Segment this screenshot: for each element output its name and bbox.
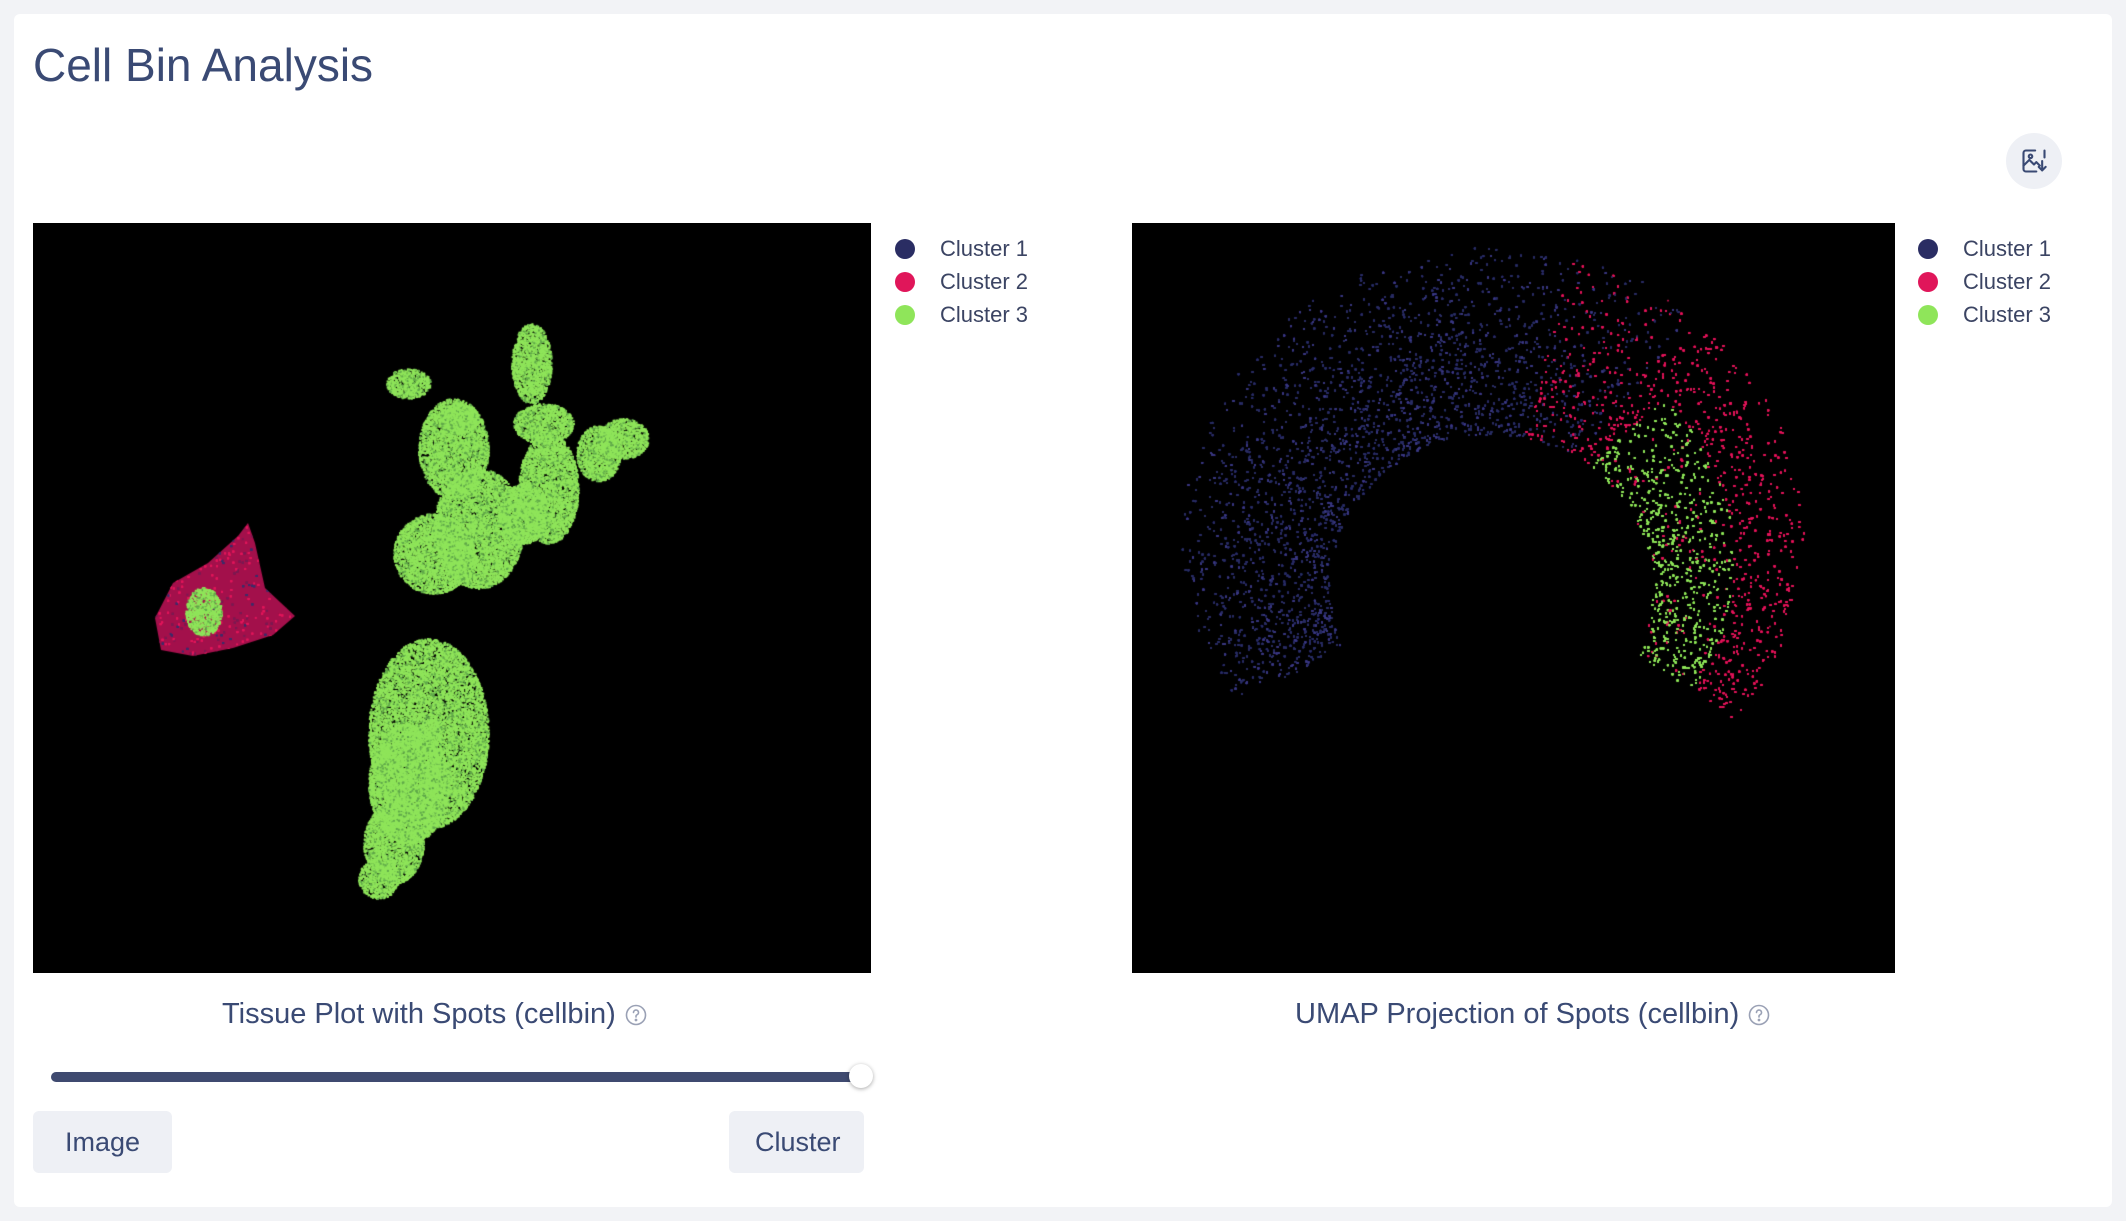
export-image-button[interactable] <box>2006 133 2062 189</box>
page-title: Cell Bin Analysis <box>33 39 374 91</box>
legend-label: Cluster 2 <box>940 268 1029 294</box>
slider-handle[interactable] <box>849 1064 873 1088</box>
legend-item-cluster-1[interactable]: Cluster 1 <box>895 232 1028 265</box>
legend-item-cluster-2[interactable]: Cluster 2 <box>895 265 1028 298</box>
cluster-1-swatch <box>895 238 915 259</box>
tissue-plot[interactable] <box>33 223 871 973</box>
legend-item-cluster-3[interactable]: Cluster 3 <box>895 298 1028 331</box>
umap-plot-legend: Cluster 1 Cluster 2 Cluster 3 <box>1918 232 2051 331</box>
legend-item-cluster-2[interactable]: Cluster 2 <box>1918 265 2051 298</box>
image-button[interactable]: Image <box>33 1111 172 1173</box>
legend-item-cluster-1[interactable]: Cluster 1 <box>1918 232 2051 265</box>
cluster-3-swatch <box>895 304 915 325</box>
cluster-2-swatch <box>895 271 915 292</box>
legend-label: Cluster 1 <box>940 235 1029 261</box>
legend-label: Cluster 3 <box>1963 301 2052 327</box>
slider-fill <box>51 1072 861 1082</box>
cluster-2-swatch <box>1918 271 1938 292</box>
legend-label: Cluster 3 <box>940 301 1029 327</box>
cluster-1-swatch <box>1918 238 1938 259</box>
image-download-icon <box>2022 149 2047 173</box>
cluster-button[interactable]: Cluster <box>729 1111 864 1173</box>
tissue-plot-title: Tissue Plot with Spots (cellbin) <box>222 998 616 1030</box>
umap-plot[interactable] <box>1132 223 1895 973</box>
umap-plot-caption: UMAP Projection of Spots (cellbin) <box>1295 998 1771 1031</box>
umap-plot-canvas <box>1132 223 1895 973</box>
legend-label: Cluster 1 <box>1963 235 2052 261</box>
legend-label: Cluster 2 <box>1963 268 2052 294</box>
image-cluster-blend-slider[interactable] <box>51 1064 873 1088</box>
help-icon[interactable] <box>624 1003 648 1027</box>
tissue-plot-caption: Tissue Plot with Spots (cellbin) <box>222 998 648 1031</box>
help-icon[interactable] <box>1747 1003 1771 1027</box>
umap-plot-title: UMAP Projection of Spots (cellbin) <box>1295 998 1740 1030</box>
legend-item-cluster-3[interactable]: Cluster 3 <box>1918 298 2051 331</box>
cluster-3-swatch <box>1918 304 1938 325</box>
tissue-plot-canvas <box>33 223 871 973</box>
tissue-plot-legend: Cluster 1 Cluster 2 Cluster 3 <box>895 232 1028 331</box>
